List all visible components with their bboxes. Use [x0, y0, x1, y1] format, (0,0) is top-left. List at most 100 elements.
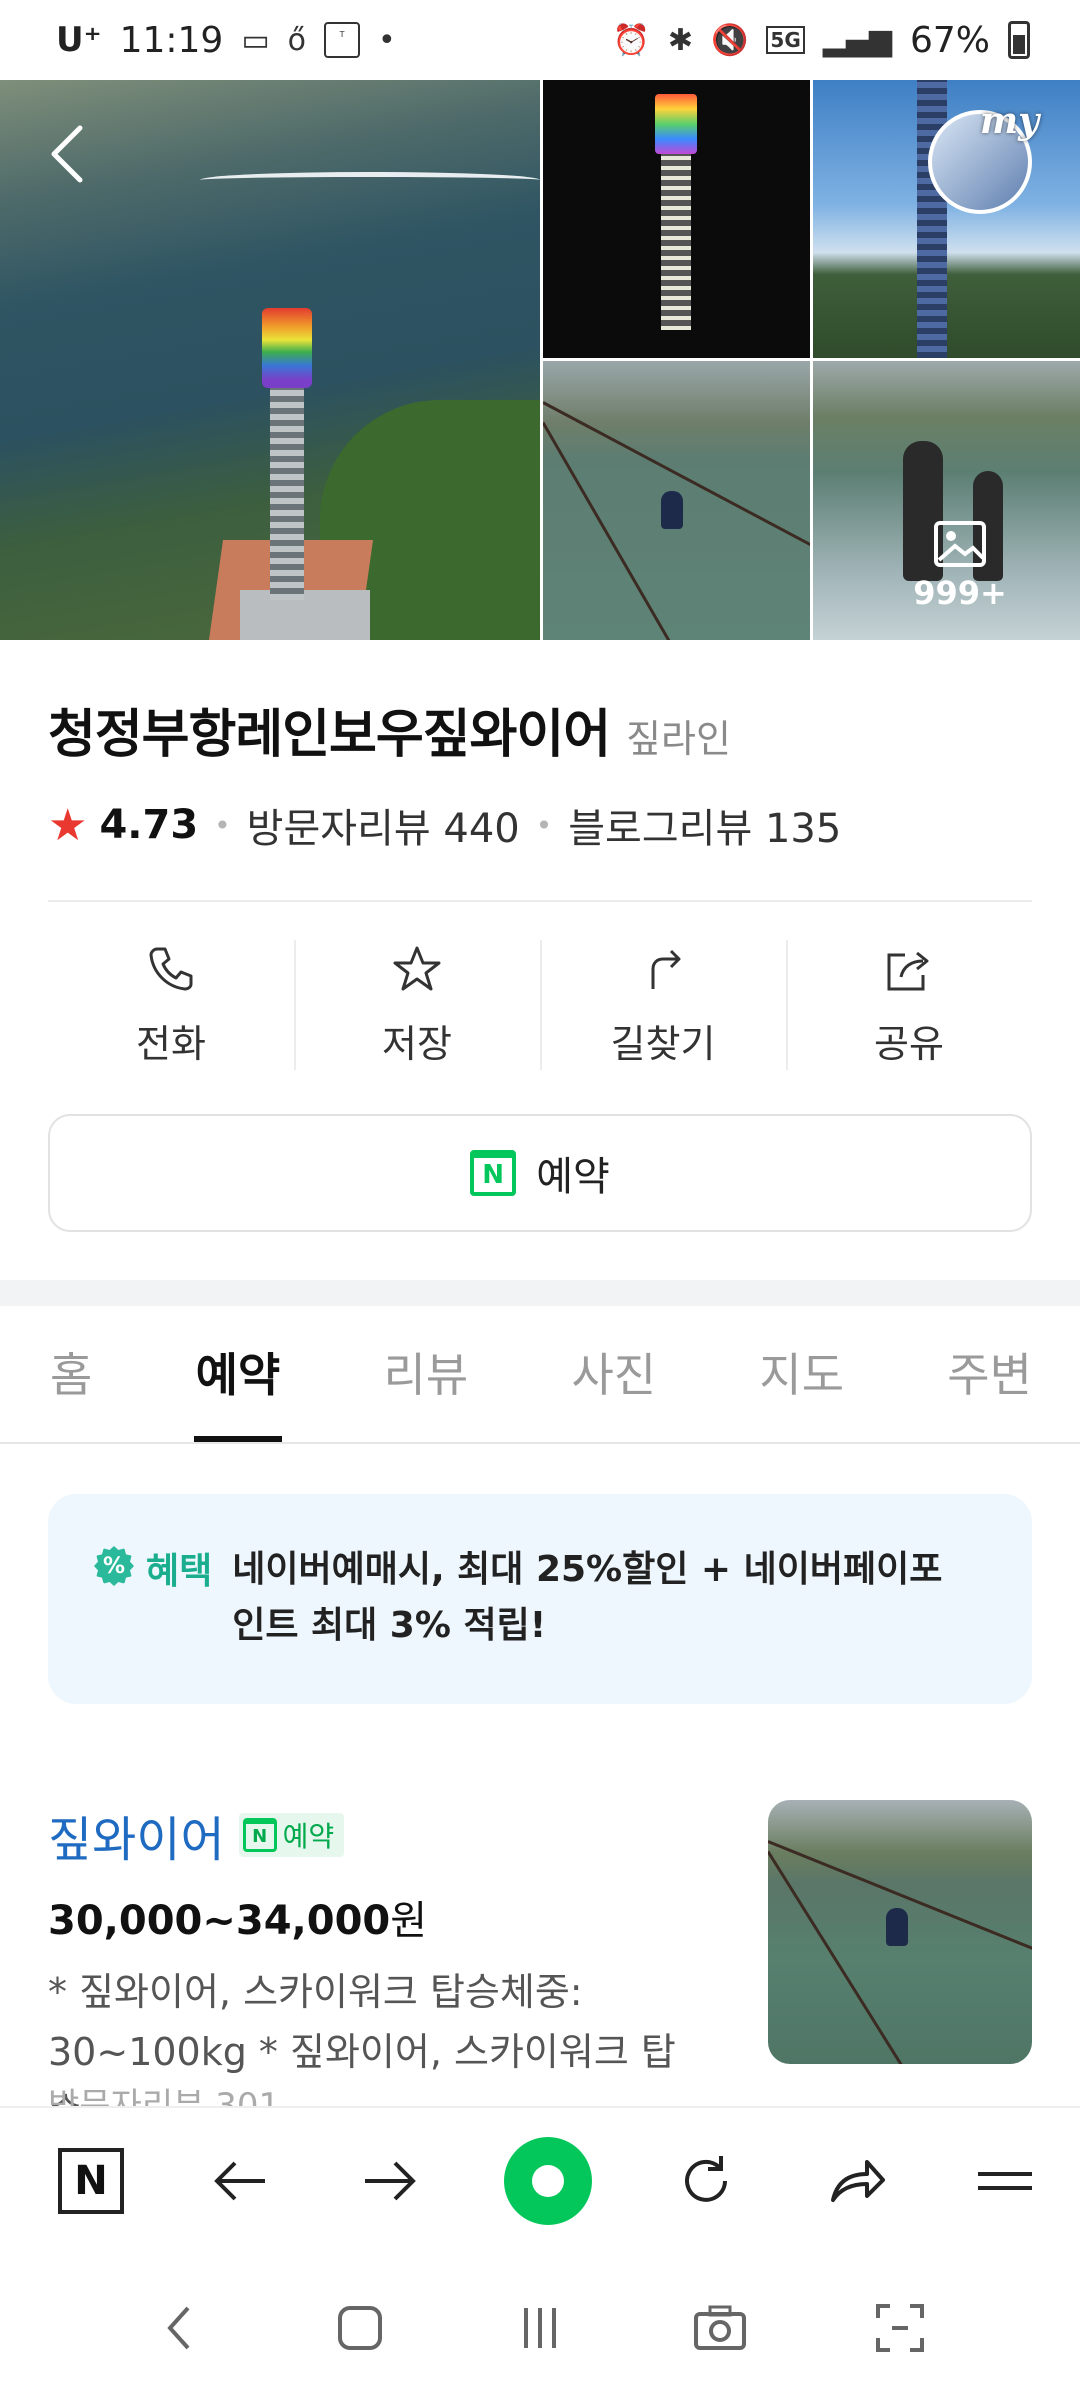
page-title: 청정부항레인보우짚와이어: [48, 705, 611, 765]
arrow-right-icon: [364, 2161, 416, 2201]
star-icon: [393, 946, 441, 990]
action-bar: 전화 저장 길찾기 공유: [48, 930, 1032, 1080]
more-notifications-icon: •: [378, 22, 396, 58]
benefit-banner[interactable]: % 혜택 네이버예매시, 최대 25%할인 + 네이버페이포인트 최대 3% 적…: [48, 1494, 1032, 1704]
directions-icon: [651, 949, 681, 989]
status-bar: U⁺ 11:19 ▭ ő T • ⏰ ✱ 🔇 5G ▂▄▆ 67%: [0, 0, 1080, 80]
system-navigation: [0, 2256, 1080, 2400]
currency-label: 원: [390, 1898, 428, 1944]
photo-count-overlay[interactable]: 999+: [900, 520, 1020, 612]
system-back-button[interactable]: [144, 2292, 216, 2364]
chevron-left-icon: [167, 2306, 190, 2350]
scan-button[interactable]: [864, 2292, 936, 2364]
refresh-button[interactable]: [671, 2146, 741, 2216]
parking-shape: [240, 590, 370, 640]
product-item[interactable]: 짚와이어 N 예약 30,000~34,000원 * 짚와이어, 스카이워크 탑…: [48, 1800, 1032, 2134]
call-button[interactable]: 전화: [48, 930, 294, 1080]
rating-value: 4.73: [99, 802, 199, 848]
reserve-label: 예약: [536, 1154, 610, 1200]
naver-booking-icon: N: [242, 1818, 277, 1852]
scan-icon: [876, 2304, 924, 2352]
tab-map[interactable]: 지도: [759, 1306, 844, 1438]
save-label: 저장: [382, 1021, 452, 1066]
back-arrow-icon: [51, 125, 83, 183]
green-dot-button[interactable]: [503, 2137, 592, 2225]
battery-percent: 67%: [909, 19, 990, 61]
blog-reviews-link[interactable]: 블로그리뷰 135: [568, 796, 841, 854]
section-divider: [0, 1280, 1080, 1306]
tab-reviews[interactable]: 리뷰: [384, 1306, 469, 1438]
toolbar-share-button[interactable]: [821, 2146, 891, 2216]
rating-row: ★ 4.73 • 방문자리뷰 440 • 블로그리뷰 135: [48, 796, 841, 854]
badge-label: 예약: [282, 1820, 335, 1853]
tab-photos[interactable]: 사진: [571, 1306, 656, 1438]
product-price: 30,000~34,000: [48, 1898, 391, 1944]
bluetooth-icon: ✱: [667, 22, 694, 58]
card-icon: ▭: [241, 22, 270, 58]
separator-dot: •: [214, 808, 231, 842]
home-square-icon: [338, 2306, 382, 2350]
night-tower-photo[interactable]: [543, 80, 810, 358]
back-button[interactable]: [44, 124, 92, 184]
signal-icon: ▂▄▆: [822, 22, 892, 58]
save-button[interactable]: 저장: [294, 930, 540, 1080]
product-name[interactable]: 짚와이어: [48, 1800, 225, 1870]
night-tower-top-shape: [655, 94, 697, 154]
tmoney-icon: T: [324, 22, 361, 58]
alarm-icon: ⏰: [612, 22, 650, 58]
rating-star-icon: ★: [48, 799, 88, 851]
call-label: 전화: [136, 1021, 206, 1066]
benefit-label: 혜택: [146, 1551, 213, 1592]
benefit-text: 네이버예매시, 최대 25%할인 + 네이버페이포인트 최대 3% 적립!: [232, 1549, 943, 1646]
place-category: 짚라인: [626, 717, 731, 761]
menu-button[interactable]: [970, 2146, 1040, 2216]
naver-logo-icon: N: [58, 2148, 124, 2214]
rainbow-top-shape: [262, 308, 312, 388]
discount-icon: %: [94, 1546, 134, 1586]
zipline-photo[interactable]: [543, 361, 810, 640]
tab-reservation[interactable]: 예약: [193, 1306, 282, 1442]
title-row: 청정부항레인보우짚와이어 짚라인: [48, 692, 731, 767]
share-icon: [887, 951, 929, 990]
share-button[interactable]: 공유: [786, 930, 1032, 1080]
product-thumbnail[interactable]: [768, 1800, 1032, 2064]
cable-line: [768, 1850, 929, 2064]
clock: 11:19: [119, 19, 224, 61]
back-nav-button[interactable]: [205, 2146, 275, 2216]
browser-toolbar: N: [0, 2106, 1080, 2254]
share-arrow-icon: [830, 2160, 885, 2202]
carrier-label: U⁺: [56, 20, 102, 60]
booking-badge: N 예약: [238, 1813, 345, 1857]
phone-icon: [149, 947, 193, 990]
separator-dot: •: [535, 808, 553, 842]
camera-icon: [694, 2305, 746, 2350]
network-type-icon: 5G: [766, 26, 805, 54]
forward-nav-button[interactable]: [355, 2146, 425, 2216]
benefit-head: % 혜택: [94, 1542, 212, 1704]
system-home-button[interactable]: [324, 2292, 396, 2364]
night-tower-shape: [661, 130, 691, 330]
status-right: ⏰ ✱ 🔇 5G ▂▄▆ 67%: [613, 20, 1030, 61]
directions-button[interactable]: 길찾기: [540, 930, 786, 1080]
share-label: 공유: [874, 1021, 944, 1066]
naver-booking-icon: N: [470, 1150, 517, 1196]
tab-home[interactable]: 홈: [50, 1306, 92, 1438]
naver-home-button[interactable]: N: [56, 2146, 126, 2216]
tab-nearby[interactable]: 주변: [947, 1306, 1032, 1438]
photo-gallery: my 999+: [0, 80, 1080, 640]
screenshot-button[interactable]: [684, 2292, 756, 2364]
system-recents-button[interactable]: [504, 2292, 576, 2364]
visitor-reviews-link[interactable]: 방문자리뷰 440: [247, 796, 520, 854]
reserve-button[interactable]: N 예약: [48, 1114, 1032, 1232]
battery-icon: [1008, 21, 1030, 59]
rider-shape: [661, 491, 683, 529]
image-icon: [934, 521, 986, 567]
mute-icon: 🔇: [711, 22, 749, 58]
cable-line: [543, 401, 810, 555]
status-left: U⁺ 11:19 ▭ ő T •: [56, 20, 396, 61]
arrow-left-icon: [214, 2161, 266, 2201]
divider: [48, 900, 1032, 902]
my-label: my: [980, 100, 1040, 142]
notification-icon: ő: [287, 22, 307, 58]
directions-label: 길찾기: [610, 1021, 716, 1066]
